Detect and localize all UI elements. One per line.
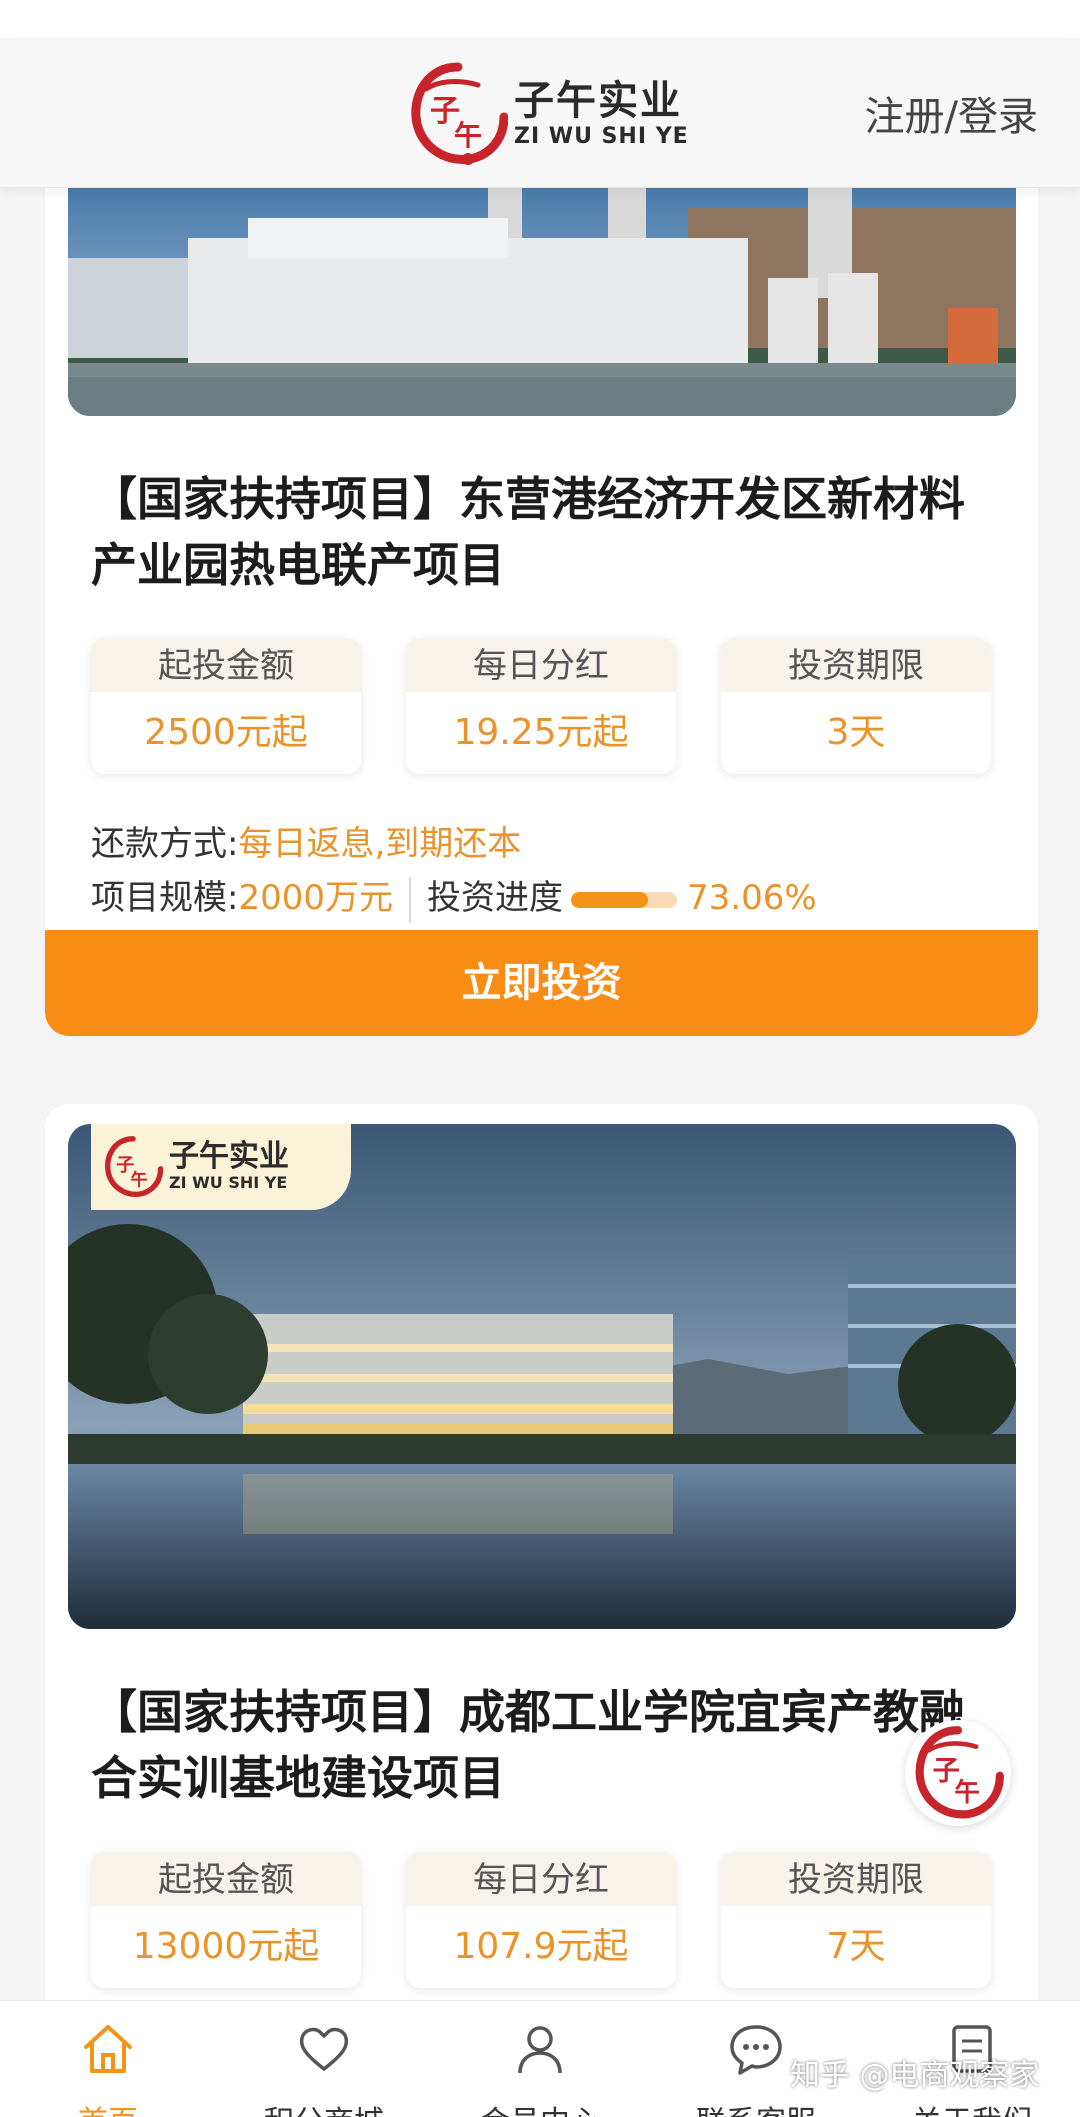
stat-min-investment: 起投金额 2500元起 bbox=[91, 638, 361, 774]
project-image bbox=[68, 188, 1016, 416]
top-header: 子 午 子午实业 ZI WU SHI YE 注册/登录 bbox=[0, 38, 1080, 188]
tab-label: 首页 bbox=[0, 2097, 216, 2117]
repayment-value: 每日返息,到期还本 bbox=[238, 824, 522, 864]
stat-term: 投资期限 7天 bbox=[721, 1852, 991, 1988]
stat-label: 每日分红 bbox=[406, 638, 676, 692]
progress-bar-fill bbox=[571, 891, 649, 908]
progress-percent: 73.06% bbox=[687, 878, 817, 918]
scale-value: 2000万元 bbox=[238, 878, 393, 918]
tab-label: 联系客服 bbox=[648, 2097, 864, 2117]
project-card[interactable]: 【国家扶持项目】东营港经济开发区新材料产业园热电联产项目 起投金额 2500元起… bbox=[45, 188, 1038, 1036]
logo-seal-icon: 子 午 bbox=[411, 62, 508, 165]
scale-progress-info: 项目规模:2000万元 投资进度 73.06% bbox=[91, 870, 817, 923]
repayment-info: 还款方式:每日返息,到期还本 bbox=[91, 816, 521, 865]
login-register-link[interactable]: 注册/登录 bbox=[865, 84, 1038, 142]
stat-term: 投资期限 3天 bbox=[721, 638, 991, 774]
svg-text:午: 午 bbox=[954, 1778, 979, 1808]
tab-points-mall[interactable]: 积分商城 bbox=[216, 2001, 432, 2117]
floating-logo-button[interactable]: 子 午 bbox=[905, 1720, 1011, 1826]
divider bbox=[409, 876, 411, 923]
project-title[interactable]: 【国家扶持项目】东营港经济开发区新材料产业园热电联产项目 bbox=[91, 466, 991, 598]
logo-seal-icon: 子 午 bbox=[915, 1726, 1004, 1819]
stat-label: 起投金额 bbox=[91, 638, 361, 692]
invest-now-button[interactable]: 立即投资 bbox=[45, 930, 1038, 1036]
repayment-label: 还款方式: bbox=[91, 824, 239, 864]
user-icon bbox=[518, 2026, 562, 2074]
stat-daily-dividend: 每日分红 107.9元起 bbox=[406, 1852, 676, 1988]
svg-text:午: 午 bbox=[131, 1170, 148, 1190]
tab-home[interactable]: 首页 bbox=[0, 2001, 216, 2117]
stat-value: 13000元起 bbox=[132, 1926, 320, 1967]
brand-tag-name: 子午实业 bbox=[169, 1139, 289, 1174]
brand-logo[interactable]: 子 午 子午实业 ZI WU SHI YE bbox=[408, 56, 708, 171]
chat-icon bbox=[730, 2025, 782, 2075]
brand-tag: 子 午 子午实业 ZI WU SHI YE bbox=[91, 1124, 351, 1210]
scale-label: 项目规模: bbox=[91, 878, 239, 918]
stat-value: 19.25元起 bbox=[453, 712, 629, 753]
tab-label: 会员中心 bbox=[432, 2097, 648, 2117]
stat-label: 起投金额 bbox=[91, 1852, 361, 1906]
home-icon bbox=[84, 2025, 132, 2073]
brand-name: 子午实业 bbox=[514, 77, 682, 124]
project-stats: 起投金额 13000元起 每日分红 107.9元起 投资期限 7天 bbox=[91, 1852, 991, 1988]
stat-value: 107.9元起 bbox=[453, 1926, 629, 1967]
project-stats: 起投金额 2500元起 每日分红 19.25元起 投资期限 3天 bbox=[91, 638, 991, 774]
heart-icon bbox=[299, 2027, 349, 2071]
stat-value: 7天 bbox=[826, 1926, 886, 1967]
progress-bar bbox=[571, 891, 677, 908]
status-bar bbox=[0, 0, 1080, 38]
stat-value: 2500元起 bbox=[144, 712, 308, 753]
brand-tag-name-en: ZI WU SHI YE bbox=[169, 1173, 288, 1192]
stat-min-investment: 起投金额 13000元起 bbox=[91, 1852, 361, 1988]
svg-text:午: 午 bbox=[454, 119, 482, 152]
tab-member-center[interactable]: 会员中心 bbox=[432, 2001, 648, 2117]
tab-label: 积分商城 bbox=[216, 2097, 432, 2117]
project-card[interactable]: 子 午 子午实业 ZI WU SHI YE 【国家扶持项目】成都工业学院宜宾产教… bbox=[45, 1104, 1038, 2000]
stat-daily-dividend: 每日分红 19.25元起 bbox=[406, 638, 676, 774]
logo-seal-icon: 子 午 bbox=[105, 1136, 163, 1197]
tab-label: 关于我们 bbox=[864, 2097, 1080, 2117]
stat-label: 投资期限 bbox=[721, 638, 991, 692]
stat-value: 3天 bbox=[826, 712, 886, 753]
progress-label: 投资进度 bbox=[427, 878, 563, 918]
brand-name-en: ZI WU SHI YE bbox=[514, 123, 689, 149]
project-image: 子 午 子午实业 ZI WU SHI YE bbox=[68, 1124, 1016, 1629]
watermark: 知乎 @电商观察家 bbox=[790, 2058, 1040, 2093]
stat-label: 投资期限 bbox=[721, 1852, 991, 1906]
stat-label: 每日分红 bbox=[406, 1852, 676, 1906]
project-title[interactable]: 【国家扶持项目】成都工业学院宜宾产教融合实训基地建设项目 bbox=[91, 1679, 991, 1811]
